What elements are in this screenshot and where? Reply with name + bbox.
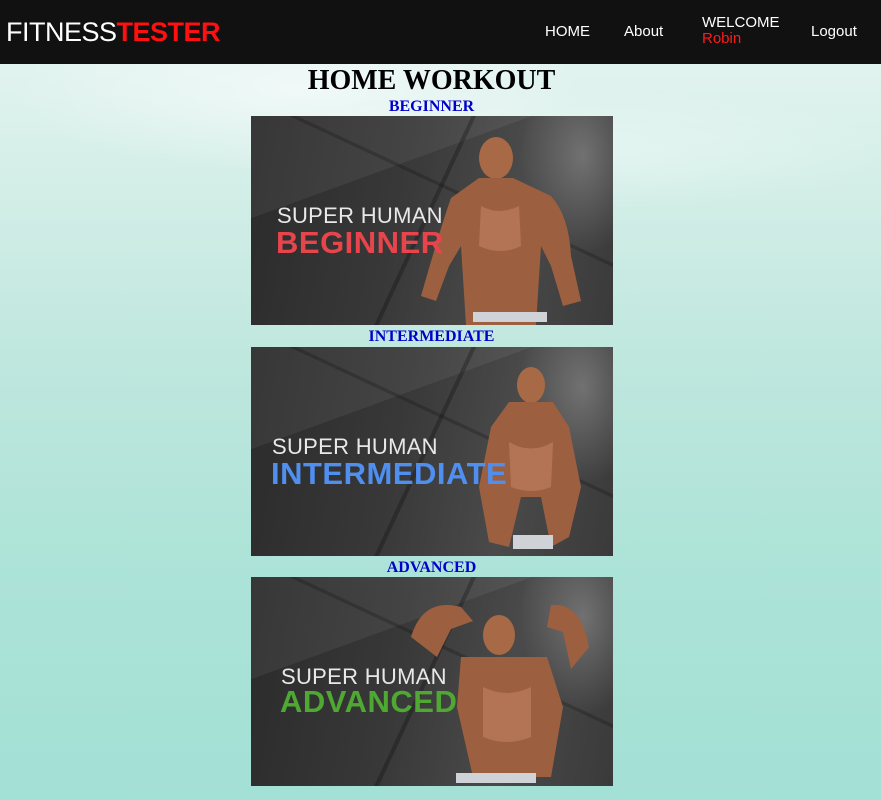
nav-home-link[interactable]: HOME	[545, 23, 590, 41]
page-title: HOME WORKOUT	[307, 65, 556, 96]
intermediate-link[interactable]: INTERMEDIATE	[0, 328, 863, 346]
beginner-link[interactable]: BEGINNER	[0, 98, 863, 116]
card-caption-line2: INTERMEDIATE	[271, 456, 508, 491]
advanced-link[interactable]: ADVANCED	[0, 559, 863, 577]
nav-logout-link[interactable]: Logout	[811, 23, 857, 41]
beginner-card-image[interactable]: SUPER HUMAN BEGINNER	[251, 116, 613, 325]
brand-part-fitness: FITNESS	[6, 17, 117, 47]
brand-part-tester: TESTER	[116, 17, 221, 47]
brand-logo[interactable]: FITNESSTESTER	[6, 16, 221, 48]
welcome-label: WELCOME	[702, 14, 780, 31]
welcome-user: WELCOME Robin	[702, 15, 780, 47]
nav-about-link[interactable]: About	[624, 23, 663, 41]
card-caption-line2: ADVANCED	[280, 684, 458, 719]
username-label: Robin	[702, 30, 742, 47]
card-caption-line2: BEGINNER	[276, 225, 444, 260]
navbar: FITNESSTESTER HOME About WELCOME Robin L…	[0, 0, 881, 64]
advanced-card-image[interactable]: SUPER HUMAN ADVANCED	[251, 577, 613, 786]
intermediate-card-image[interactable]: SUPER HUMAN INTERMEDIATE	[251, 347, 613, 556]
